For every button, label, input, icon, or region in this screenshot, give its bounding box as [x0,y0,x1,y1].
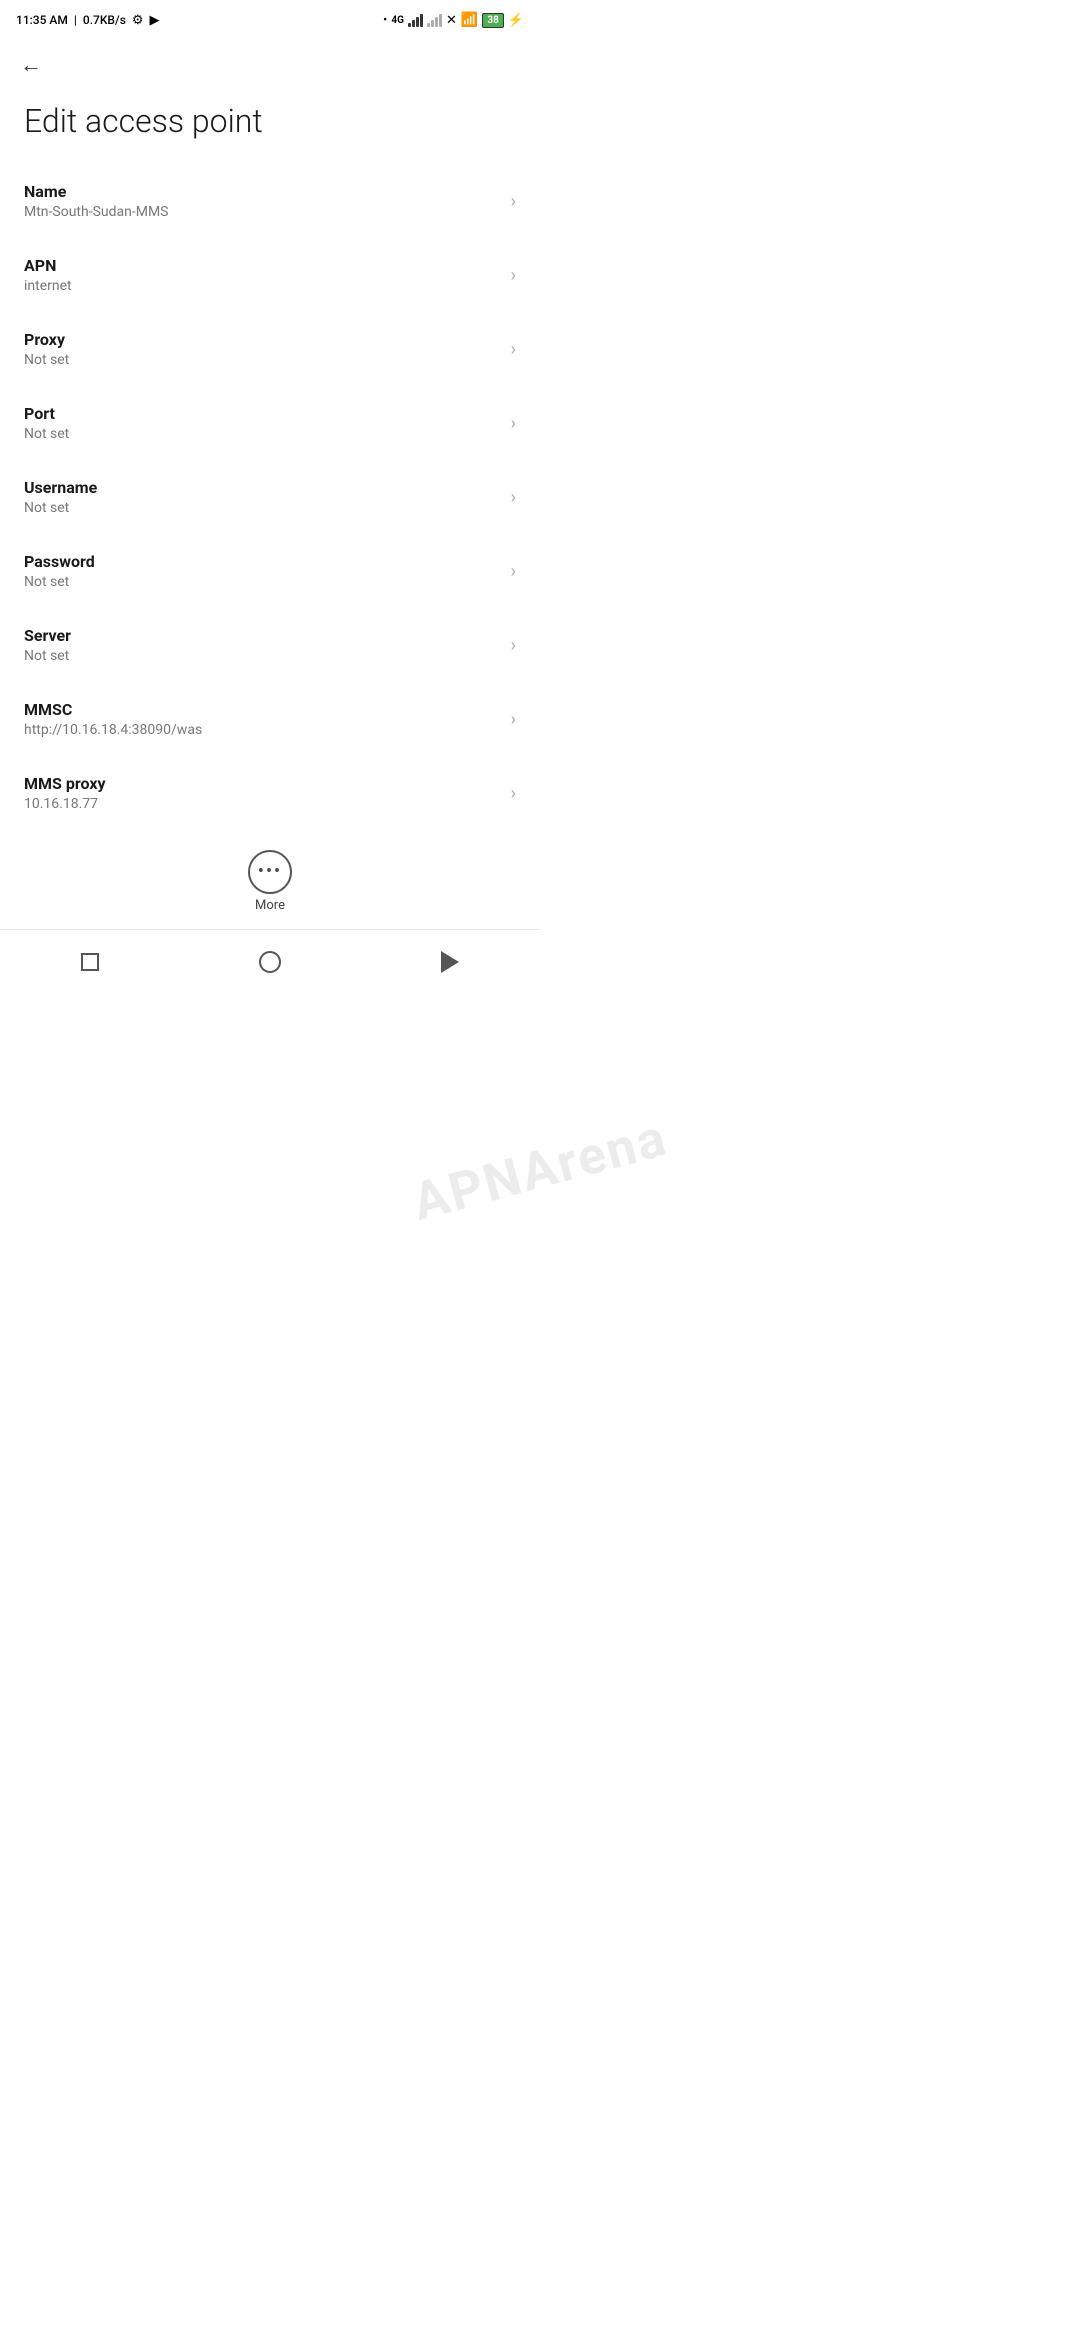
settings-value-7: http://10.16.18.4:38090/was [24,722,503,738]
settings-item[interactable]: APN internet › [0,238,540,312]
chevron-right-icon: › [511,487,516,508]
wifi-icon: 📶 [461,12,478,28]
settings-item[interactable]: Username Not set › [0,460,540,534]
settings-item-content-6: Server Not set [24,626,503,664]
settings-item[interactable]: Server Not set › [0,608,540,682]
settings-item[interactable]: Password Not set › [0,534,540,608]
settings-label-2: Proxy [24,330,503,349]
settings-item-content-0: Name Mtn-South-Sudan-MMS [24,182,503,220]
settings-item-content-1: APN internet [24,256,503,294]
settings-item-content-8: MMS proxy 10.16.18.77 [24,774,503,812]
status-bar: 11:35 AM | 0.7KB/s ⚙ ▶ • 4G ✕ 📶 38 ⚡ [0,0,540,36]
top-nav: ← [0,36,540,90]
settings-value-2: Not set [24,352,503,368]
settings-item-content-7: MMSC http://10.16.18.4:38090/was [24,700,503,738]
bluetooth-icon: • [383,13,387,28]
settings-list: Name Mtn-South-Sudan-MMS › APN internet … [0,164,540,830]
signal-bars-2 [427,13,442,27]
settings-item[interactable]: Name Mtn-South-Sudan-MMS › [0,164,540,238]
home-icon [259,951,281,973]
settings-label-1: APN [24,256,503,275]
back-arrow-icon: ← [20,52,42,78]
settings-value-8: 10.16.18.77 [24,796,503,812]
x-icon: ✕ [446,13,457,28]
time: 11:35 AM [16,13,68,27]
settings-label-3: Port [24,404,503,423]
settings-item-content-5: Password Not set [24,552,503,590]
settings-value-5: Not set [24,574,503,590]
speed: 0.7KB/s [83,13,126,27]
chevron-right-icon: › [511,561,516,582]
settings-value-6: Not set [24,648,503,664]
nav-recents-button[interactable] [60,942,120,982]
bottom-nav [0,929,540,998]
status-right: • 4G ✕ 📶 38 ⚡ [383,12,524,28]
back-button[interactable]: ← [16,48,46,82]
recents-icon [81,953,99,971]
watermark: APNArena [406,1107,673,1233]
more-section: ••• More [0,830,540,929]
battery: 38 [482,13,503,28]
settings-value-3: Not set [24,426,503,442]
settings-label-4: Username [24,478,503,497]
camera-icon: ▶ [150,13,160,28]
chevron-right-icon: › [511,191,516,212]
separator: | [74,13,77,27]
more-button[interactable]: ••• More [248,850,292,913]
chevron-right-icon: › [511,339,516,360]
settings-label-0: Name [24,182,503,201]
network-4g: 4G [391,15,404,26]
settings-label-5: Password [24,552,503,571]
chevron-right-icon: › [511,413,516,434]
chevron-right-icon: › [511,783,516,804]
status-left: 11:35 AM | 0.7KB/s ⚙ ▶ [16,13,160,28]
settings-item-content-2: Proxy Not set [24,330,503,368]
chevron-right-icon: › [511,635,516,656]
settings-item-content-4: Username Not set [24,478,503,516]
nav-back-button[interactable] [420,942,480,982]
settings-label-8: MMS proxy [24,774,503,793]
settings-icon: ⚙ [132,13,144,28]
settings-label-6: Server [24,626,503,645]
signal-bars-1 [408,13,423,27]
settings-value-0: Mtn-South-Sudan-MMS [24,204,503,220]
back-nav-icon [441,951,459,973]
settings-item[interactable]: Proxy Not set › [0,312,540,386]
settings-value-1: internet [24,278,503,294]
more-label: More [255,898,285,913]
settings-label-7: MMSC [24,700,503,719]
more-dots-icon: ••• [258,863,282,881]
nav-home-button[interactable] [240,942,300,982]
settings-item[interactable]: MMSC http://10.16.18.4:38090/was › [0,682,540,756]
settings-item[interactable]: MMS proxy 10.16.18.77 › [0,756,540,830]
settings-value-4: Not set [24,500,503,516]
chevron-right-icon: › [511,265,516,286]
more-circle-icon: ••• [248,850,292,894]
chevron-right-icon: › [511,709,516,730]
charging-icon: ⚡ [508,13,524,28]
settings-item-content-3: Port Not set [24,404,503,442]
page-title: Edit access point [0,90,540,164]
settings-item[interactable]: Port Not set › [0,386,540,460]
